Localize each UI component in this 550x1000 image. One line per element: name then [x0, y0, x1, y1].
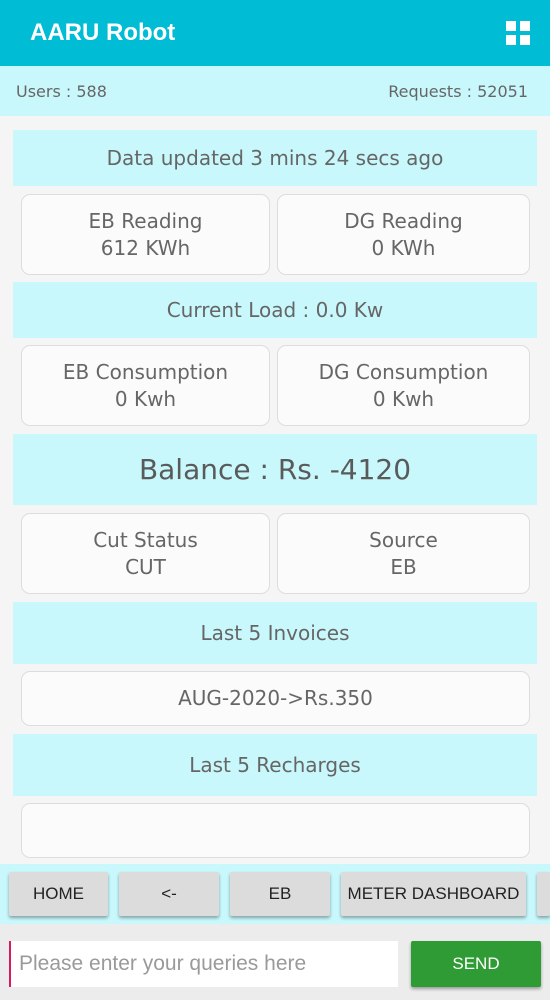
updated-banner: Data updated 3 mins 24 secs ago — [13, 130, 537, 186]
grid-icon[interactable] — [506, 21, 530, 45]
eb-button[interactable]: EB — [230, 872, 330, 916]
dg-consumption-label: DG Consumption — [318, 359, 489, 384]
query-input[interactable] — [9, 941, 398, 987]
recharges-title: Last 5 Recharges — [189, 753, 361, 777]
source-value: EB — [390, 554, 417, 579]
balance-banner: Balance : Rs. -4120 — [13, 434, 537, 505]
dg-reading-label: DG Reading — [344, 208, 463, 233]
grid-icon-cell — [520, 21, 530, 31]
balance-text: Balance : Rs. -4120 — [138, 453, 412, 486]
recharges-header: Last 5 Recharges — [13, 734, 537, 796]
cut-status-label: Cut Status — [93, 527, 198, 552]
cut-status-value: CUT — [125, 554, 166, 579]
dg-consumption-card: DG Consumption 0 Kwh — [277, 345, 530, 426]
eb-reading-label: EB Reading — [88, 208, 203, 233]
source-label: Source — [369, 527, 438, 552]
grid-icon-cell — [520, 35, 530, 45]
send-button[interactable]: SEND — [411, 941, 541, 987]
grid-icon-cell — [506, 21, 516, 31]
source-card: Source EB — [277, 513, 530, 594]
requests-count: Requests : 52051 — [388, 81, 528, 101]
updated-text: Data updated 3 mins 24 secs ago — [106, 146, 444, 170]
invoice-item-text: AUG-2020->Rs.350 — [178, 686, 373, 710]
users-count: Users : 588 — [16, 81, 107, 101]
dashboard-content[interactable]: Data updated 3 mins 24 secs ago EB Readi… — [0, 116, 550, 864]
quick-nav-bar[interactable]: HOME <- EB METER DASHBOARD — [0, 864, 550, 924]
invoice-item: AUG-2020->Rs.350 — [21, 671, 530, 726]
eb-reading-value: 612 KWh — [100, 235, 191, 260]
current-load-banner: Current Load : 0.0 Kw — [13, 282, 537, 338]
recharge-item — [21, 803, 530, 858]
invoices-title: Last 5 Invoices — [200, 621, 350, 645]
input-bar: SEND — [0, 924, 550, 1000]
grid-icon-cell — [506, 35, 516, 45]
invoices-header: Last 5 Invoices — [13, 602, 537, 664]
dg-reading-value: 0 KWh — [371, 235, 436, 260]
next-nav-button[interactable] — [537, 872, 550, 916]
current-load-text: Current Load : 0.0 Kw — [166, 298, 384, 322]
meter-dashboard-button[interactable]: METER DASHBOARD — [341, 872, 526, 916]
back-button[interactable]: <- — [119, 872, 219, 916]
home-button[interactable]: HOME — [9, 872, 108, 916]
eb-consumption-label: EB Consumption — [62, 359, 229, 384]
eb-reading-card: EB Reading 612 KWh — [21, 194, 270, 275]
dg-reading-card: DG Reading 0 KWh — [277, 194, 530, 275]
app-title: AARU Robot — [30, 19, 176, 46]
app-bar: AARU Robot — [0, 0, 550, 66]
eb-consumption-card: EB Consumption 0 Kwh — [21, 345, 270, 426]
eb-consumption-value: 0 Kwh — [114, 386, 177, 411]
cut-status-card: Cut Status CUT — [21, 513, 270, 594]
stats-bar: Users : 588 Requests : 52051 — [0, 66, 550, 116]
dg-consumption-value: 0 Kwh — [372, 386, 435, 411]
